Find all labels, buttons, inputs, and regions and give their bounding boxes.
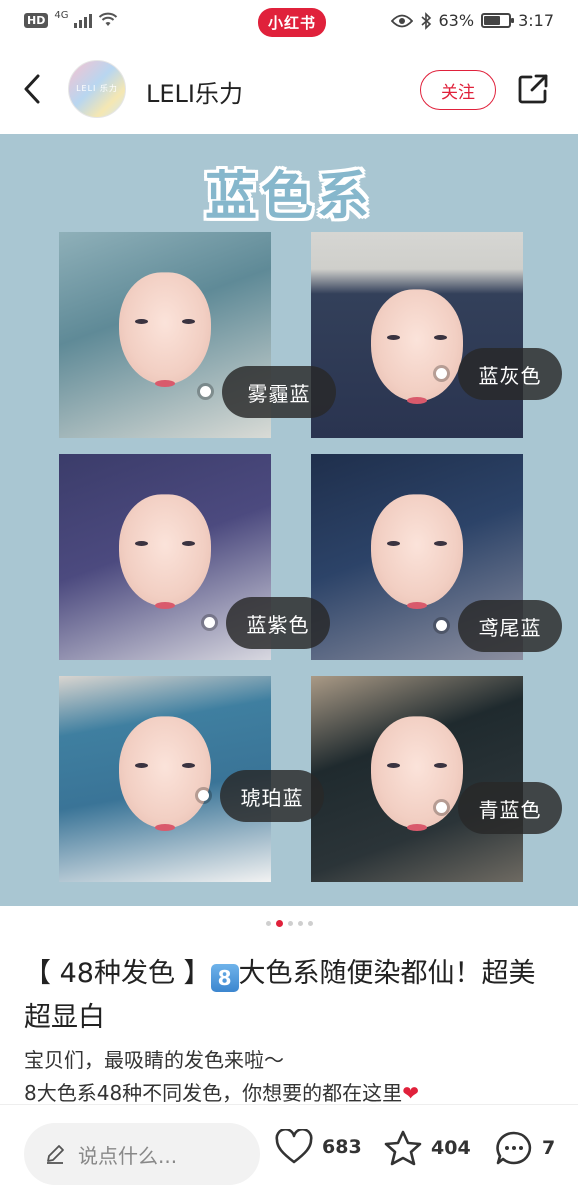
eye-shape bbox=[387, 540, 401, 546]
post-body: 宝贝们，最吸睛的发色来啦～ 8大色系48种不同发色，你想要的都在这里❤ bbox=[24, 1044, 556, 1110]
app-brand-badge: 小红书 bbox=[258, 8, 327, 37]
bottom-action-bar: 说点什么... 683 404 7 bbox=[0, 1104, 578, 1200]
network-label: 4G bbox=[54, 9, 69, 21]
collect-button[interactable]: 404 bbox=[383, 1129, 471, 1167]
image-title: 蓝色系 bbox=[204, 167, 373, 227]
pager-dot bbox=[297, 921, 303, 926]
wifi-icon bbox=[99, 12, 118, 26]
avatar[interactable]: LELI 乐力 bbox=[68, 60, 126, 118]
lips-shape bbox=[407, 602, 427, 610]
face-shape bbox=[371, 494, 463, 607]
face-shape bbox=[371, 716, 463, 829]
tag-dot bbox=[436, 368, 447, 379]
pencil-icon bbox=[47, 1145, 64, 1164]
tag-hu-po-lan[interactable]: 琥珀蓝 bbox=[220, 770, 324, 822]
hair-photo-2 bbox=[311, 232, 523, 438]
follow-button[interactable]: 关注 bbox=[420, 70, 496, 110]
status-right: 63% 3:17 bbox=[390, 11, 554, 30]
tag-qing-lan-se[interactable]: 青蓝色 bbox=[458, 782, 562, 834]
battery-icon bbox=[481, 13, 515, 28]
bluetooth-icon bbox=[420, 11, 431, 30]
tag-dot bbox=[204, 617, 215, 628]
lips-shape bbox=[155, 602, 175, 610]
eye-shape bbox=[433, 335, 447, 340]
pager-dot bbox=[287, 921, 293, 926]
lips-shape bbox=[155, 380, 175, 388]
eye-shape bbox=[135, 540, 149, 546]
tag-dot bbox=[200, 386, 211, 397]
battery-level bbox=[484, 16, 501, 25]
comment-bubble-icon bbox=[496, 1131, 532, 1165]
heart-icon bbox=[275, 1129, 313, 1164]
face-shape bbox=[119, 494, 211, 607]
account-name[interactable]: LELI乐力 bbox=[146, 74, 243, 109]
lips-shape bbox=[407, 824, 427, 832]
tag-yuan-wei-lan[interactable]: 鸢尾蓝 bbox=[458, 600, 562, 652]
face-shape bbox=[119, 272, 211, 385]
lips-shape bbox=[155, 824, 175, 832]
carousel-pager[interactable] bbox=[0, 920, 578, 927]
tag-lan-hui-se[interactable]: 蓝灰色 bbox=[458, 348, 562, 400]
post-image-carousel[interactable]: 蓝色系 雾霾蓝 蓝灰色 蓝紫色 鸢尾蓝 琥珀蓝 青蓝色 bbox=[0, 134, 578, 906]
post-body-line: 宝贝们，最吸睛的发色来啦～ bbox=[24, 1048, 284, 1072]
hair-photo-6 bbox=[311, 676, 523, 882]
post-header: LELI 乐力 LELI乐力 关注 bbox=[0, 46, 578, 134]
battery-percent: 63% bbox=[438, 11, 475, 30]
number-8-badge: 8 bbox=[210, 964, 239, 992]
avatar-text: LELI 乐力 bbox=[76, 84, 118, 93]
face-shape bbox=[119, 716, 211, 829]
post-title-prefix: 【 48种发色 】 bbox=[24, 958, 211, 989]
status-bar: HD 4G 小红书 63% 3:17 bbox=[0, 0, 578, 46]
eye-shape bbox=[387, 762, 401, 768]
eye-shape bbox=[181, 318, 195, 324]
post-body-line-text: 8大色系48种不同发色，你想要的都在这里 bbox=[24, 1081, 403, 1105]
tag-dot bbox=[436, 620, 447, 631]
back-arrow-icon[interactable] bbox=[18, 72, 48, 106]
star-icon bbox=[384, 1130, 422, 1166]
eye-icon bbox=[390, 14, 413, 27]
like-count: 683 bbox=[322, 1136, 362, 1158]
status-left: HD 4G bbox=[24, 9, 118, 28]
eye-shape bbox=[181, 762, 195, 768]
tag-lan-zi-se[interactable]: 蓝紫色 bbox=[226, 597, 330, 649]
pager-dot-active bbox=[275, 920, 283, 927]
like-button[interactable]: 683 bbox=[274, 1129, 362, 1165]
tag-wumai-lan[interactable]: 雾霾蓝 bbox=[222, 366, 336, 418]
collect-count: 404 bbox=[431, 1137, 471, 1159]
comment-input[interactable]: 说点什么... bbox=[24, 1123, 260, 1185]
comment-placeholder: 说点什么... bbox=[78, 1143, 178, 1168]
eye-shape bbox=[433, 540, 447, 546]
comment-count: 7 bbox=[542, 1137, 556, 1159]
hd-badge: HD bbox=[24, 12, 49, 28]
tag-dot bbox=[198, 790, 209, 801]
post-title: 【 48种发色 】 8 大色系随便染都仙！超美超显白 bbox=[24, 952, 556, 1040]
lips-shape bbox=[407, 396, 427, 404]
eye-shape bbox=[181, 540, 195, 546]
face-shape bbox=[371, 289, 463, 402]
eye-shape bbox=[135, 762, 149, 768]
eye-shape bbox=[135, 318, 149, 324]
tag-dot bbox=[436, 802, 447, 813]
pager-dot bbox=[307, 921, 313, 926]
pager-dot bbox=[265, 921, 271, 926]
signal-icon bbox=[74, 12, 93, 28]
comment-button[interactable]: 7 bbox=[494, 1129, 555, 1167]
status-time: 3:17 bbox=[518, 11, 554, 30]
eye-shape bbox=[433, 762, 447, 768]
heart-emoji-icon: ❤ bbox=[402, 1081, 419, 1105]
share-icon[interactable] bbox=[516, 72, 550, 106]
